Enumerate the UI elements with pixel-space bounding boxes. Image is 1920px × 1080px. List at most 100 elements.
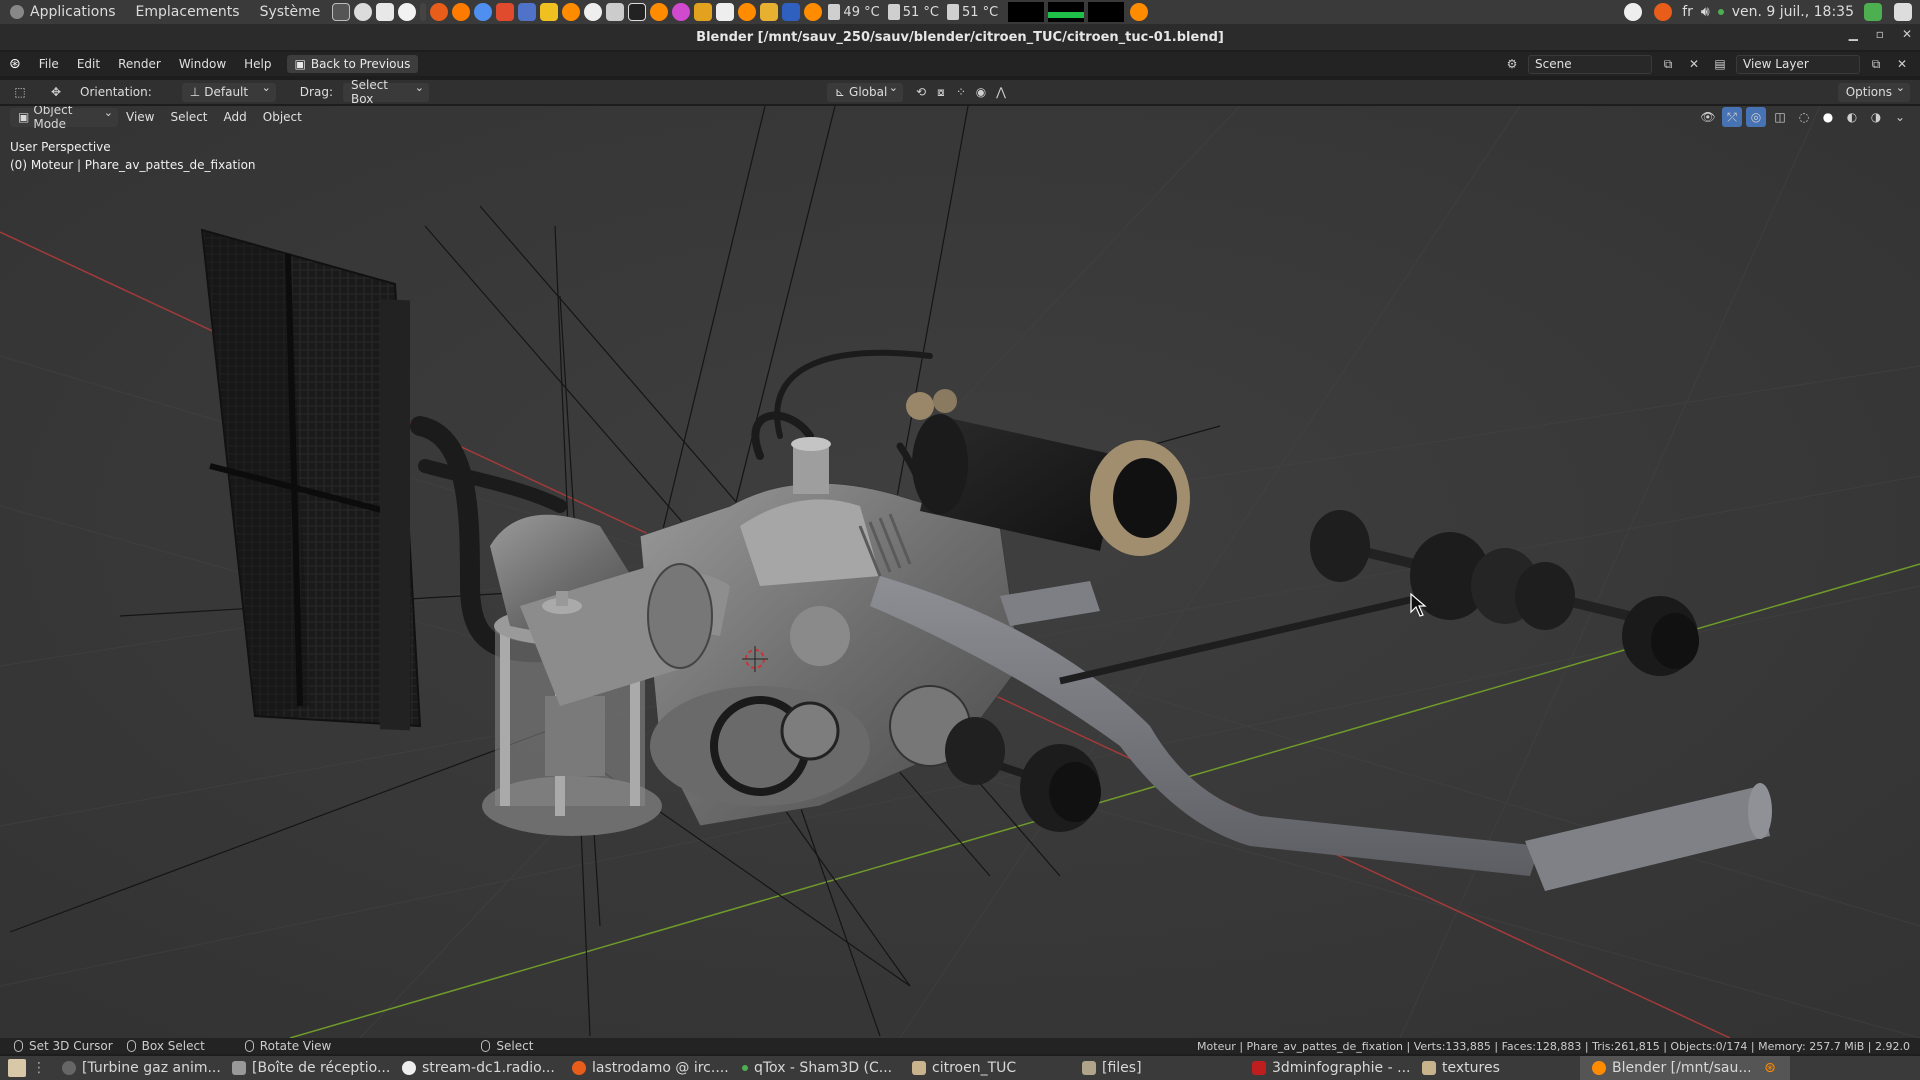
view-layer-field[interactable]: View Layer	[1736, 54, 1860, 74]
network-status-icon[interactable]	[1717, 9, 1724, 15]
app-icon[interactable]	[398, 3, 417, 21]
object-mode-dropdown[interactable]: ▣ Object Mode	[10, 106, 118, 131]
obs-icon[interactable]	[584, 3, 603, 21]
menu-file[interactable]: File	[30, 57, 68, 71]
tool-select-icon[interactable]: ⬚	[10, 82, 30, 102]
screen-icon: ▣	[294, 57, 306, 71]
launcher-icon[interactable]	[672, 3, 691, 21]
task-label: stream-dc1.radio...	[422, 1060, 555, 1076]
task-turbine[interactable]: [Turbine gaz anim...	[50, 1056, 220, 1080]
options-dropdown[interactable]: Options	[1837, 81, 1910, 102]
launcher-icon[interactable]	[782, 3, 801, 21]
new-view-layer-icon[interactable]: ⧉	[1866, 54, 1886, 74]
menu-add[interactable]: Add	[216, 110, 255, 124]
blender-status-bar: Set 3D Cursor Box Select Rotate View Sel…	[0, 1038, 1920, 1054]
xchat-icon[interactable]	[430, 3, 449, 21]
viewport-canvas[interactable]	[0, 106, 1920, 1038]
task-label: citroen_TUC	[932, 1060, 1017, 1076]
notification-icon[interactable]	[1894, 3, 1912, 21]
firefox-icon[interactable]	[452, 3, 471, 21]
snap-grid-icon[interactable]: ⁘	[951, 82, 971, 102]
drag-dropdown[interactable]: Select Box	[342, 78, 429, 106]
show-desktop-icon[interactable]	[8, 1059, 26, 1077]
launcher-icon[interactable]	[540, 3, 559, 21]
task-qtox[interactable]: qTox - Sham3D (C...	[730, 1056, 900, 1080]
obs-tray-icon[interactable]	[1624, 3, 1643, 21]
launcher-icon[interactable]	[606, 3, 625, 21]
launcher-icon[interactable]	[760, 3, 779, 21]
launcher-icon[interactable]	[496, 3, 515, 21]
visibility-icon[interactable]: 👁︎	[1698, 107, 1718, 127]
clock[interactable]: ven. 9 juil., 18:35	[1732, 4, 1854, 20]
taskbar-handle-icon[interactable]: ⋮	[32, 1060, 46, 1076]
task-irc[interactable]: lastrodamo @ irc....	[560, 1056, 730, 1080]
task-blender[interactable]: Blender [/mnt/sau...	[1580, 1056, 1750, 1080]
blender-icon[interactable]	[562, 3, 581, 21]
transform-icon[interactable]: ✥	[46, 82, 66, 102]
overlays-icon[interactable]: ◎	[1746, 107, 1766, 127]
applications-menu[interactable]: Applications	[0, 4, 126, 20]
blender-icon[interactable]	[738, 3, 757, 21]
menu-window[interactable]: Window	[170, 57, 235, 71]
scene-icon[interactable]: ⚙	[1502, 54, 1522, 74]
transform-orientation-dropdown[interactable]: ⊾ Global	[826, 81, 903, 102]
browser-icon[interactable]	[354, 3, 373, 21]
remove-view-layer-icon[interactable]: ✕	[1892, 54, 1912, 74]
terminal-icon[interactable]	[332, 3, 351, 21]
menu-render[interactable]: Render	[109, 57, 170, 71]
maximize-icon[interactable]: ▫	[1876, 27, 1884, 41]
view-layer-icon[interactable]: ▤	[1710, 54, 1730, 74]
task-folder-files[interactable]: [files]	[1070, 1056, 1240, 1080]
menu-view[interactable]: View	[118, 110, 162, 124]
3d-viewport[interactable]: ▣ Object Mode View Select Add Object 👁︎ …	[0, 106, 1920, 1038]
files-icon[interactable]	[376, 3, 395, 21]
snap-icon[interactable]: ⧇	[931, 82, 951, 102]
temp-value: 49 °C	[843, 4, 880, 20]
orientation-dropdown[interactable]: ⊥ Default	[181, 81, 276, 102]
update-icon[interactable]	[1864, 3, 1882, 21]
window-titlebar[interactable]: Blender [/mnt/sauv_250/sauv/blender/citr…	[0, 24, 1920, 50]
places-menu[interactable]: Emplacements	[126, 4, 250, 20]
blender-taskbar-icon[interactable]: ⊛	[1750, 1056, 1790, 1080]
task-folder-citroen[interactable]: citroen_TUC	[900, 1056, 1070, 1080]
blender-icon[interactable]	[650, 3, 669, 21]
shading-options-icon[interactable]: ⌄	[1890, 107, 1910, 127]
proportional-edit-icon[interactable]: ◉	[971, 82, 991, 102]
rendered-shading-icon[interactable]: ◑	[1866, 107, 1886, 127]
volume-icon[interactable]: 🔊︎	[1701, 4, 1710, 20]
close-icon[interactable]: ✕	[1902, 27, 1912, 41]
chromium-icon[interactable]	[474, 3, 493, 21]
task-stream[interactable]: stream-dc1.radio...	[390, 1056, 560, 1080]
solid-shading-icon[interactable]: ●	[1818, 107, 1838, 127]
pivot-icon[interactable]: ⟲	[911, 82, 931, 102]
menu-object[interactable]: Object	[255, 110, 310, 124]
inkscape-icon[interactable]	[628, 3, 647, 21]
menu-help[interactable]: Help	[235, 57, 280, 71]
menu-edit[interactable]: Edit	[68, 57, 109, 71]
wireframe-shading-icon[interactable]: ◌	[1794, 107, 1814, 127]
launcher-icon[interactable]	[694, 3, 713, 21]
launcher-icon[interactable]	[518, 3, 537, 21]
back-to-previous-button[interactable]: ▣ Back to Previous	[286, 55, 419, 73]
new-scene-icon[interactable]: ⧉	[1658, 54, 1678, 74]
system-menu[interactable]: Système	[250, 4, 331, 20]
task-mail[interactable]: [Boîte de réceptio...	[220, 1056, 390, 1080]
falloff-icon[interactable]: ⋀	[991, 82, 1011, 102]
keyboard-layout[interactable]: fr	[1682, 4, 1693, 20]
menu-select[interactable]: Select	[162, 110, 215, 124]
xray-icon[interactable]: ◫	[1770, 107, 1790, 127]
xchat-tray-icon[interactable]	[1654, 3, 1673, 21]
task-filezilla[interactable]: 3dminfographie - ...	[1240, 1056, 1410, 1080]
launcher-icon[interactable]	[716, 3, 735, 21]
blender-icon[interactable]	[804, 3, 823, 21]
gizmo-icon[interactable]: ⤱	[1722, 107, 1742, 127]
minimize-icon[interactable]: ▁	[1849, 27, 1858, 41]
remove-scene-icon[interactable]: ✕	[1684, 54, 1704, 74]
blender-logo-icon[interactable]: ⊛	[0, 56, 30, 72]
blender-icon[interactable]	[1130, 3, 1149, 21]
tool-header: ⬚ ✥ Orientation: ⊥ Default Drag: Select …	[0, 78, 1920, 106]
active-object-label: (0) Moteur | Phare_av_pattes_de_fixation	[10, 158, 256, 172]
material-shading-icon[interactable]: ◐	[1842, 107, 1862, 127]
scene-field[interactable]: Scene	[1528, 54, 1652, 74]
task-folder-textures[interactable]: textures	[1410, 1056, 1580, 1080]
